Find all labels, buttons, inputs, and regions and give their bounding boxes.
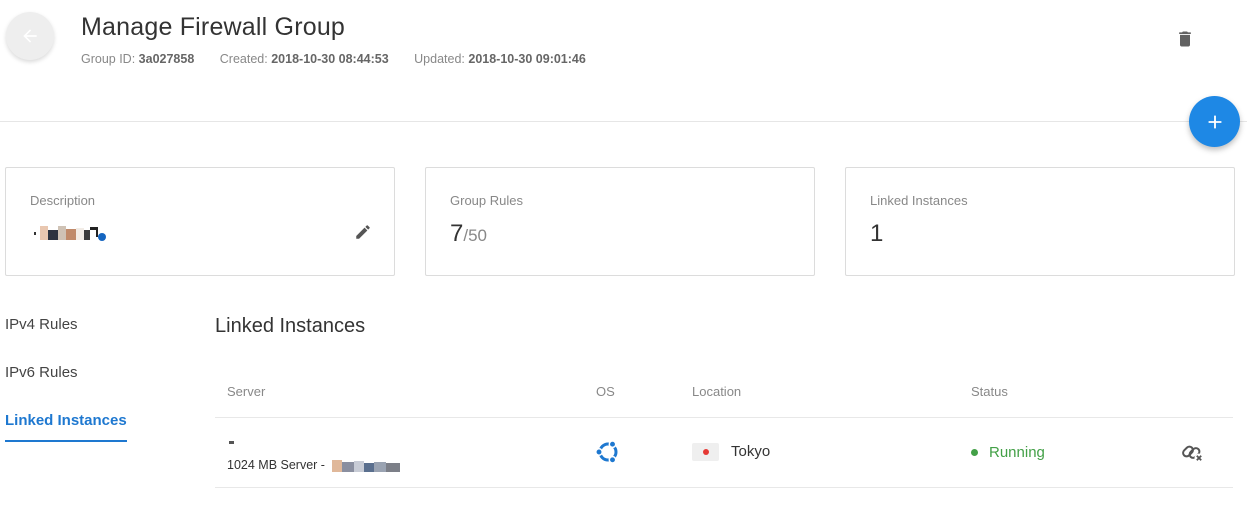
- linked-instances-label: Linked Instances: [870, 193, 968, 208]
- column-header-status: Status: [971, 384, 1008, 399]
- server-description: 1024 MB Server -: [227, 458, 402, 472]
- table-header-divider: [215, 417, 1233, 418]
- arrow-left-icon: [23, 29, 37, 43]
- page-title: Manage Firewall Group: [81, 13, 346, 41]
- active-tab-indicator: [5, 440, 127, 442]
- unlink-instance-button[interactable]: [1181, 442, 1205, 464]
- linked-instances-count: 1: [870, 220, 884, 247]
- plus-icon: [1208, 115, 1221, 128]
- column-header-server: Server: [227, 384, 266, 399]
- updated-date: Updated: 2018-10-30 09:01:46: [414, 52, 586, 66]
- japan-flag-icon: [692, 443, 719, 461]
- ubuntu-icon: [595, 440, 618, 464]
- tab-linked-instances[interactable]: Linked Instances: [5, 412, 127, 429]
- table-row-divider: [215, 487, 1233, 488]
- group-rules-card: Group Rules 7/50: [425, 167, 815, 276]
- delete-group-button[interactable]: [1175, 28, 1195, 50]
- section-title: Linked Instances: [215, 315, 366, 337]
- status-value: Running: [989, 444, 1045, 461]
- back-button[interactable]: [6, 12, 54, 60]
- created-date: Created: 2018-10-30 08:44:53: [219, 52, 389, 66]
- column-header-location: Location: [692, 384, 742, 399]
- tab-ipv4-rules[interactable]: IPv4 Rules: [5, 316, 78, 333]
- group-rules-value: 7/50: [450, 220, 487, 247]
- group-id: Group ID: 3a027858: [81, 52, 195, 66]
- edit-description-button[interactable]: [354, 223, 372, 241]
- linked-instances-card: Linked Instances 1: [845, 167, 1235, 276]
- column-header-os: OS: [596, 384, 615, 399]
- status-indicator-icon: [971, 449, 978, 456]
- header-divider: [0, 121, 1247, 122]
- add-button[interactable]: [1189, 96, 1240, 147]
- tab-ipv6-rules[interactable]: IPv6 Rules: [5, 364, 78, 381]
- server-name-redacted: [332, 459, 401, 472]
- location-value: Tokyo: [731, 443, 771, 460]
- group-rules-label: Group Rules: [450, 193, 523, 208]
- server-label-redacted: [229, 432, 235, 444]
- unlink-icon: [1182, 445, 1204, 463]
- description-label: Description: [30, 193, 96, 208]
- description-card: Description: [5, 167, 395, 276]
- pencil-icon: [356, 225, 370, 239]
- trash-icon: [1179, 31, 1191, 47]
- group-meta: Group ID: 3a027858 Created: 2018-10-30 0…: [81, 52, 608, 66]
- description-value-redacted: [30, 226, 110, 242]
